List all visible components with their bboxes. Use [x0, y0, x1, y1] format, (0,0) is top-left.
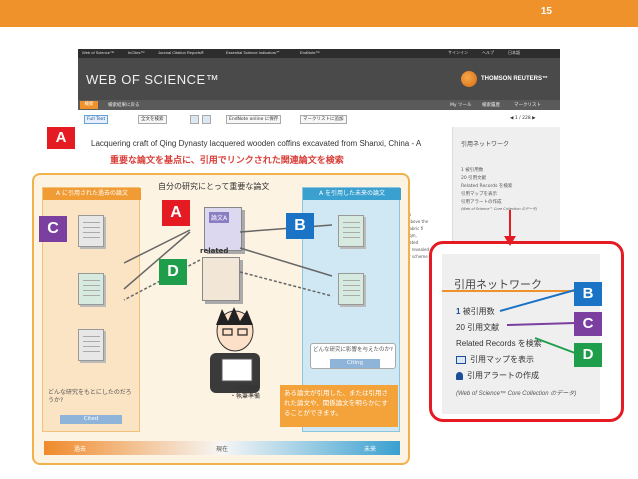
endnote-save-select[interactable]: EndNote online に保存: [226, 115, 282, 124]
related-records-link[interactable]: Related Records を検索: [461, 183, 512, 189]
thomson-reuters-logo: THOMSON REUTERS™: [460, 71, 548, 87]
slide-number: 15: [540, 6, 552, 17]
paper-title: Lacquering craft of Qing Dynasty lacquer…: [91, 139, 422, 148]
language-select[interactable]: 日本語: [508, 50, 520, 56]
related-paper-doc-icon: [202, 257, 240, 301]
citation-alert-link[interactable]: 引用アラートの作成: [461, 199, 502, 205]
citation-map-link[interactable]: 引用マップを表示: [461, 191, 497, 197]
thomson-reuters-text: THOMSON REUTERS™: [480, 76, 548, 82]
record-pager[interactable]: ◀ 1 / 228 ▶: [508, 115, 538, 124]
citation-network-title: 引用ネットワーク: [461, 141, 510, 148]
key-paper-doc-icon: 論文A: [204, 207, 242, 251]
wos-logo[interactable]: WEB OF SCIENCE™: [86, 72, 219, 87]
nav-link-wos[interactable]: Web of Science™: [82, 50, 114, 55]
nav-link-jcr[interactable]: Journal Citation Reports®: [158, 50, 204, 55]
past-paper-doc-icon: [78, 215, 104, 247]
future-paper-doc-icon: [338, 273, 364, 305]
label-d-diagram: D: [159, 259, 187, 285]
record-toolbar: Full Text 全文を検索 EndNote online に保存 マークリス…: [78, 113, 560, 127]
marked-list-link[interactable]: マークリスト: [514, 102, 541, 108]
core-collection-note: (Web of Science™ Core Collection のデータ): [461, 207, 538, 211]
past-papers-heading: A に引用された過去の論文: [43, 188, 141, 200]
explanation-box: ある論文が引用した、または引用された論文や、関係論文を明らかにすることができます…: [280, 385, 398, 427]
past-paper-doc-icon: [78, 273, 104, 305]
add-marked-list-button[interactable]: マークリストに追加: [300, 115, 347, 124]
zoom-related-records-link[interactable]: Related Records を検索: [456, 338, 542, 349]
bell-icon: [456, 371, 463, 380]
zoom-times-cited-link[interactable]: 1 被引用数: [456, 306, 495, 317]
label-b-zoom: B: [574, 282, 602, 306]
search-tab[interactable]: 検索: [80, 101, 98, 109]
wos-header: WEB OF SCIENCE™ THOMSON REUTERS™: [78, 58, 560, 100]
wos-sub-nav: 検索 検索結果に戻る My ツール 検索履歴 マークリスト: [78, 100, 560, 110]
research-note: ・研究調査 ・執筆準備: [230, 385, 261, 400]
nav-link-incites[interactable]: InCites™: [128, 50, 144, 55]
label-d-zoom: D: [574, 343, 602, 367]
print-icon[interactable]: [190, 115, 199, 124]
cited-question: どんな研究をもとにしたのだろうか?: [48, 389, 132, 404]
key-paper-tag: 論文A: [209, 212, 230, 223]
timeline-bar: 過去 現在 未来: [44, 441, 400, 455]
slide: 15 Web of Science™ InCites™ Journal Cita…: [0, 0, 638, 479]
zoom-citation-map-link[interactable]: 引用マップを表示: [456, 354, 534, 365]
timeline-past: 過去: [74, 446, 87, 453]
related-label: related: [200, 247, 229, 255]
zoom-citation-alert-link[interactable]: 引用アラートの作成: [456, 370, 539, 381]
future-paper-doc-icon: [338, 215, 364, 247]
help-link[interactable]: ヘルプ: [482, 50, 494, 56]
past-paper-doc-icon: [78, 329, 104, 361]
zoom-cited-references-link[interactable]: 20 引用文献: [456, 322, 499, 333]
citation-diagram: 自分の研究にとって重要な論文 A に引用された過去の論文 A を引用した未来の論…: [32, 173, 410, 465]
nav-link-esi[interactable]: Essential Science Indicators℠: [226, 50, 280, 55]
search-fulltext-button[interactable]: 全文を検索: [138, 115, 167, 124]
label-c-zoom: C: [574, 312, 602, 336]
zoom-source-note: (Web of Science™ Core Collection のデータ): [456, 391, 577, 397]
label-c-diagram: C: [39, 216, 67, 242]
find-fulltext-button[interactable]: Full Text: [84, 115, 109, 124]
back-to-results-link[interactable]: 検索結果に戻る: [108, 102, 140, 108]
researcher-illustration: [210, 307, 260, 393]
thomson-reuters-mark-icon: [460, 71, 477, 87]
diagram-subtitle: 重要な論文を基点に、引用でリンクされた関連論文を検索: [110, 156, 344, 166]
label-a-diagram: A: [162, 200, 190, 226]
future-papers-heading: A を引用した未来の論文: [303, 188, 401, 200]
diagram-center-heading: 自分の研究にとって重要な論文: [158, 182, 270, 191]
nav-link-endnote[interactable]: EndNote™: [300, 50, 320, 55]
my-tools-link[interactable]: My ツール: [450, 102, 471, 108]
search-history-link[interactable]: 検索履歴: [482, 102, 500, 108]
timeline-future: 未来: [364, 446, 377, 453]
times-cited-link[interactable]: 1 被引用数: [461, 167, 483, 173]
timeline-now: 現在: [216, 446, 229, 453]
email-icon[interactable]: [202, 115, 211, 124]
slide-header-bar: 15: [0, 0, 638, 27]
cited-label: Cited: [60, 415, 122, 424]
label-b-diagram: B: [286, 213, 314, 239]
citing-label: Citing: [330, 359, 380, 368]
wos-top-nav: Web of Science™ InCites™ Journal Citatio…: [78, 49, 560, 58]
label-a-title: A: [47, 127, 75, 149]
cited-references-link[interactable]: 20 引用文献: [461, 175, 486, 181]
signin-link[interactable]: サインイン: [448, 50, 468, 56]
citation-map-icon: [456, 355, 466, 364]
